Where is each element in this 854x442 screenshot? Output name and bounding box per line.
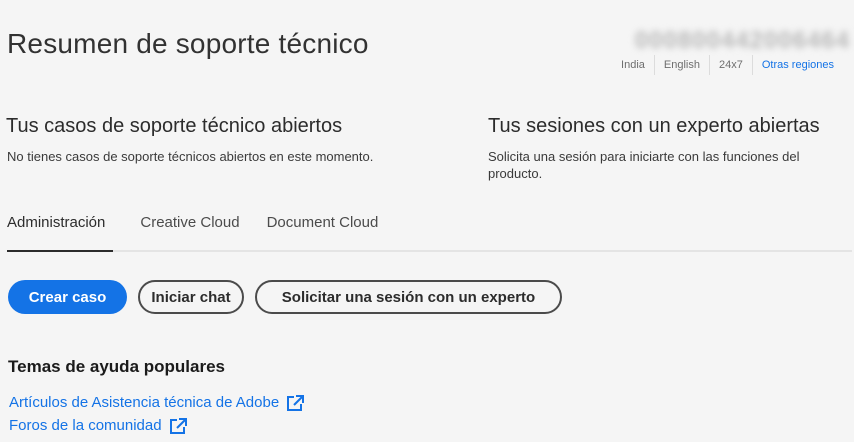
- help-link-label: Artículos de Asistencia técnica de Adobe: [9, 394, 280, 411]
- open-cases-text: No tienes casos de soporte técnicos abie…: [7, 149, 374, 164]
- popular-help-topics-title: Temas de ayuda populares: [8, 357, 225, 376]
- tab-creative-cloud[interactable]: Creative Cloud: [140, 212, 239, 250]
- request-expert-session-button[interactable]: Solicitar una sesión con un experto: [255, 280, 562, 314]
- open-cases-title: Tus casos de soporte técnico abiertos: [6, 115, 343, 137]
- support-phone-number: 000800442006464: [634, 27, 850, 54]
- region-country: India: [621, 59, 645, 71]
- expert-sessions-text: Solicita una sesión para iniciarte con l…: [488, 149, 800, 181]
- help-link-label: Foros de la comunidad: [9, 417, 162, 434]
- tab-administracion[interactable]: Administración: [7, 212, 114, 252]
- other-regions-link[interactable]: Otras regiones: [751, 55, 834, 75]
- product-tabs: Administración Creative Cloud Document C…: [7, 212, 852, 252]
- region-language: English: [653, 55, 709, 75]
- create-case-button[interactable]: Crear caso: [8, 280, 127, 314]
- start-chat-button[interactable]: Iniciar chat: [138, 280, 244, 314]
- external-link-icon: [169, 417, 187, 434]
- support-overview-page: Resumen de soporte técnico 0008004420064…: [0, 0, 854, 442]
- expert-sessions-title: Tus sesiones con un experto abiertas: [488, 115, 820, 137]
- page-title: Resumen de soporte técnico: [7, 28, 369, 59]
- help-links-list: Artículos de Asistencia técnica de Adobe…: [9, 391, 305, 437]
- tab-document-cloud[interactable]: Document Cloud: [267, 212, 379, 250]
- adobe-support-articles-link[interactable]: Artículos de Asistencia técnica de Adobe: [9, 391, 305, 414]
- community-forums-link[interactable]: Foros de la comunidad: [9, 414, 304, 437]
- region-hours: 24x7: [708, 55, 752, 75]
- support-actions: Crear caso Iniciar chat Solicitar una se…: [8, 280, 573, 314]
- region-selector: India English 24x7 Otras regiones: [612, 55, 834, 75]
- external-link-icon: [287, 394, 305, 411]
